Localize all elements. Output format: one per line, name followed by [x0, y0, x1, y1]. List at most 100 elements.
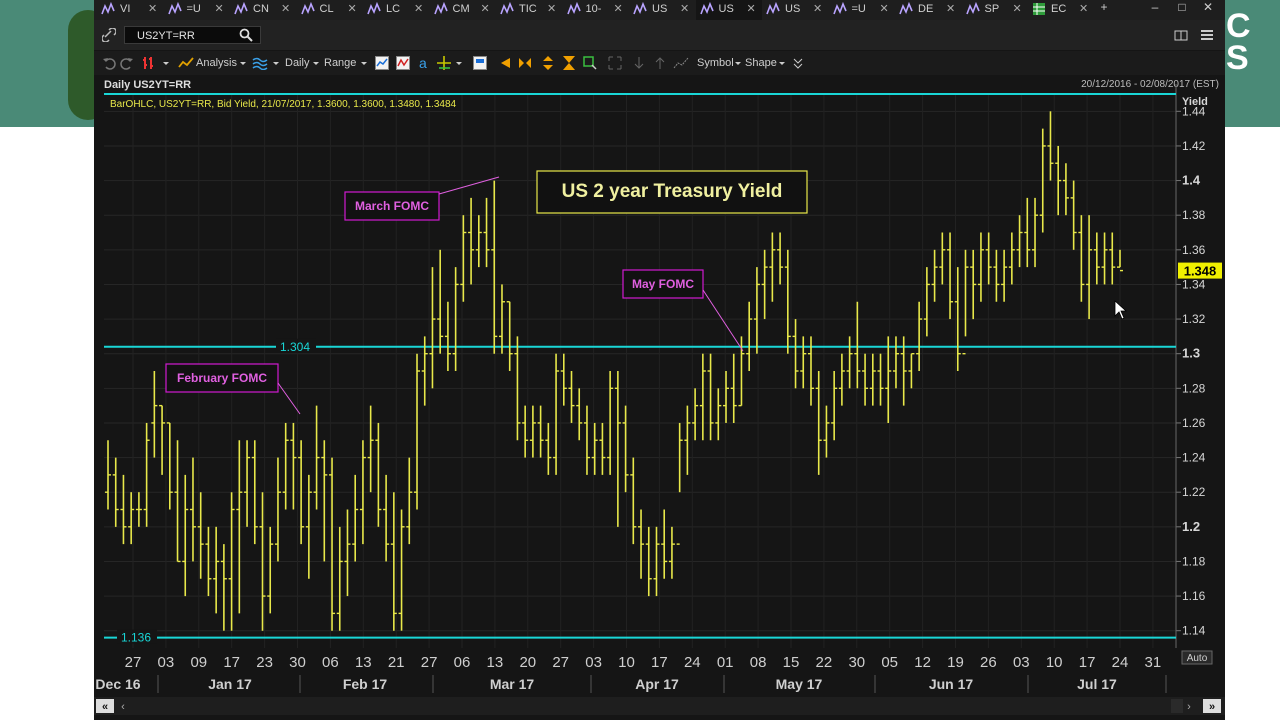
tab-label: CM [452, 3, 470, 15]
panel-icon[interactable] [473, 56, 487, 70]
chevron-down-icon[interactable] [272, 56, 280, 70]
chart-style-icon[interactable] [396, 56, 410, 70]
shape-button[interactable]: Shape [745, 56, 777, 70]
undo-icon[interactable] [102, 56, 116, 70]
chevron-down-icon[interactable] [360, 56, 368, 70]
tab-label: EC [1051, 3, 1067, 15]
chart-line-icon [965, 2, 980, 15]
chart-line-icon [101, 2, 115, 15]
tab-13[interactable]: SP ✕ [962, 0, 1028, 20]
tab-10[interactable]: US ✕ [762, 0, 828, 20]
scroll-left-icon[interactable] [498, 56, 512, 70]
x-day-label: 06 [322, 654, 339, 671]
tab-8[interactable]: US ✕ [629, 0, 695, 20]
tab-close-icon[interactable]: ✕ [1079, 1, 1088, 17]
expand-icon[interactable] [608, 56, 622, 70]
tab-label: CN [253, 3, 269, 15]
tab-0[interactable]: VI ✕ [97, 0, 163, 20]
arrow-down-icon[interactable] [632, 56, 646, 70]
tab-close-icon[interactable]: ✕ [481, 1, 490, 17]
tab-close-icon[interactable]: ✕ [1013, 1, 1022, 17]
tab-close-icon[interactable]: ✕ [614, 1, 623, 17]
tab-label: CL [319, 3, 334, 15]
x-day-label: 03 [158, 654, 175, 671]
select-zoom-icon[interactable] [583, 56, 597, 70]
tab-2[interactable]: CN ✕ [230, 0, 296, 20]
x-day-label: 22 [816, 654, 833, 671]
analysis-button[interactable]: Analysis [196, 56, 237, 70]
tab-close-icon[interactable]: ✕ [215, 1, 224, 17]
range-button[interactable]: Range [324, 56, 356, 70]
chart-line-icon [633, 2, 647, 15]
text-tool-icon[interactable]: a [417, 56, 431, 70]
arrow-up-icon[interactable] [653, 56, 667, 70]
tab-close-icon[interactable]: ✕ [680, 1, 689, 17]
tab-4[interactable]: LC ✕ [363, 0, 429, 20]
price-chart[interactable]: 1.14 1.16 1.18 1.2 1.22 1.24 1.26 1.28 1.3 1.32 1.… [94, 75, 1225, 720]
tab-close-icon[interactable]: ✕ [148, 1, 157, 17]
search-icon[interactable] [239, 28, 253, 42]
tab-close-icon[interactable]: ✕ [348, 1, 357, 17]
scrollbar-track [94, 697, 1225, 715]
tab-3[interactable]: CL ✕ [297, 0, 363, 20]
auto-scale-label: Auto [1187, 653, 1208, 664]
x-day-label: 27 [125, 654, 142, 671]
zoom-vertical-icon[interactable] [541, 56, 555, 70]
chart-line-icon [566, 2, 581, 15]
line-chart-icon[interactable] [375, 56, 389, 70]
double-right-icon: » [1209, 701, 1215, 713]
zoom-fit-icon[interactable] [562, 56, 576, 70]
tab-6[interactable]: TIC ✕ [496, 0, 562, 20]
chevron-down-icon[interactable] [312, 56, 320, 70]
layout-icon[interactable] [1174, 28, 1188, 42]
tab-close-icon[interactable]: ✕ [880, 1, 889, 17]
minimize-button[interactable]: – [1144, 0, 1166, 16]
tab-12[interactable]: DE ✕ [895, 0, 961, 20]
link-icon[interactable] [102, 28, 116, 42]
tab-7[interactable]: 10- ✕ [563, 0, 629, 20]
tab-11[interactable]: =U ✕ [829, 0, 895, 20]
tab-9[interactable]: US ✕ [695, 0, 762, 20]
y-tick-label: 1.28 [1182, 381, 1206, 395]
chevron-down-icon[interactable] [239, 56, 247, 70]
tab-close-icon[interactable]: ✕ [281, 1, 290, 17]
more-icon[interactable] [793, 56, 803, 70]
chevron-down-icon[interactable] [778, 56, 786, 70]
tab-close-icon[interactable]: ✕ [414, 1, 423, 17]
analysis-icon[interactable] [178, 56, 194, 70]
ohlc-bar-icon[interactable] [142, 56, 156, 70]
chevron-down-icon[interactable] [734, 56, 742, 70]
x-day-label: 24 [1112, 654, 1129, 671]
tab-close-icon[interactable]: ✕ [813, 1, 822, 17]
fit-icon[interactable] [518, 56, 532, 70]
overlay-icon[interactable] [252, 56, 268, 70]
tab-close-icon[interactable]: ✕ [547, 1, 556, 17]
chart-line-icon [433, 2, 448, 15]
chart-title: US 2 year Treasury Yield [562, 181, 783, 202]
tab-5[interactable]: CM ✕ [430, 0, 496, 20]
x-day-label: 05 [881, 654, 898, 671]
interval-button[interactable]: Daily [285, 56, 309, 70]
menu-icon[interactable] [1200, 28, 1214, 42]
x-day-label: 20 [519, 654, 536, 671]
symbol-button[interactable]: Symbol [697, 56, 734, 70]
tab-14[interactable]: EC ✕ [1028, 0, 1094, 20]
x-day-label: 13 [355, 654, 372, 671]
x-day-label: 27 [421, 654, 438, 671]
chart-line-icon [234, 2, 248, 15]
tab-close-icon[interactable]: ✕ [946, 1, 955, 17]
redo-icon[interactable] [120, 56, 134, 70]
y-tick-label: 1.14 [1182, 624, 1206, 638]
trend-icon[interactable] [673, 56, 689, 70]
chevron-down-icon[interactable] [162, 56, 170, 70]
tab-1[interactable]: =U ✕ [164, 0, 230, 20]
crosshair-icon[interactable] [437, 56, 451, 70]
x-day-label: 10 [618, 654, 635, 671]
maximize-button[interactable]: □ [1171, 0, 1193, 16]
tab-label: =U [851, 3, 866, 15]
y-tick-label: 1.4 [1182, 173, 1201, 188]
close-button[interactable]: ✕ [1197, 0, 1219, 16]
new-tab-button[interactable]: + [1093, 0, 1115, 16]
chevron-down-icon[interactable] [455, 56, 463, 70]
tab-close-icon[interactable]: ✕ [747, 1, 756, 17]
